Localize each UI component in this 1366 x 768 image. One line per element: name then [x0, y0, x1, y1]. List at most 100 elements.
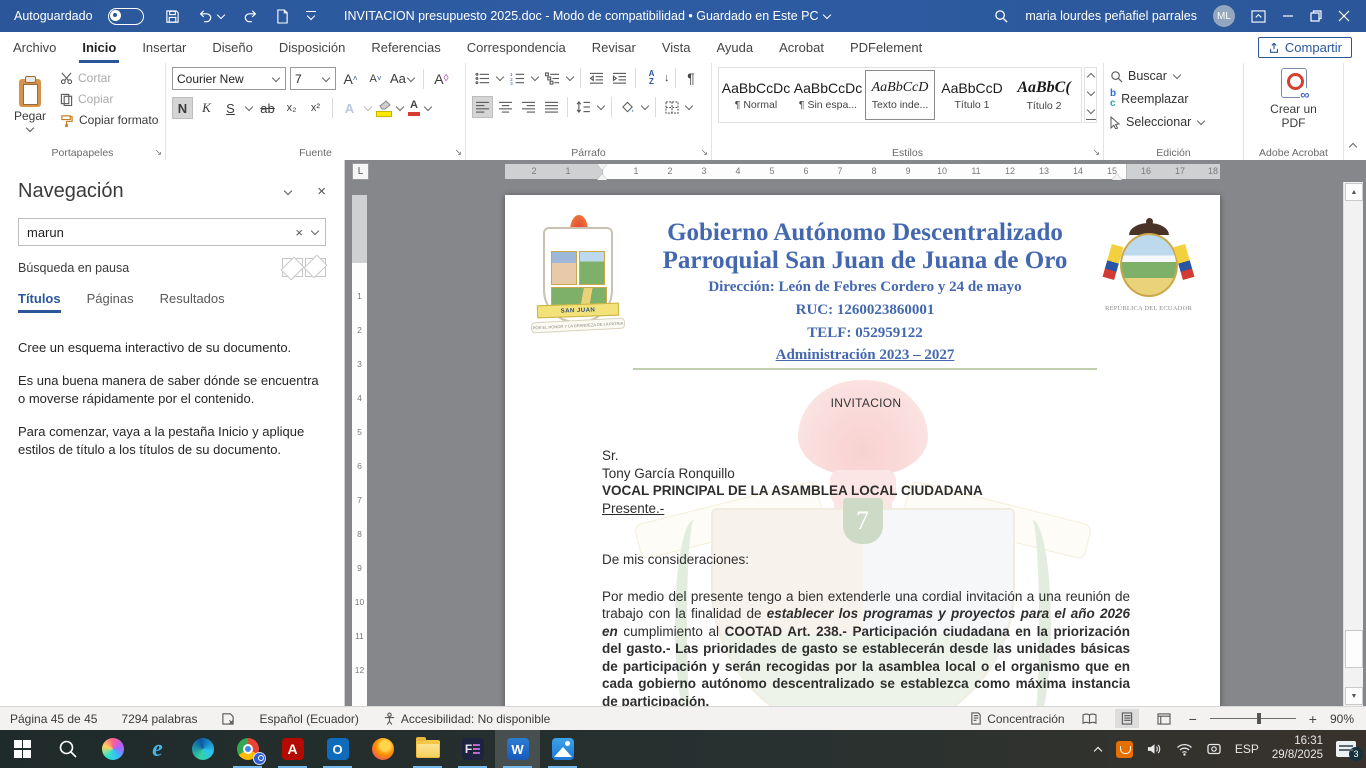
- vertical-ruler[interactable]: 1 2 3 4 5 6 7 8 9 10 11 12: [352, 195, 367, 706]
- line-spacing-button[interactable]: [573, 96, 594, 118]
- print-layout-button[interactable]: [1115, 709, 1139, 728]
- scroll-down-button[interactable]: ▼: [1345, 687, 1363, 705]
- tab-revisar[interactable]: Revisar: [579, 32, 649, 63]
- zoom-slider-thumb[interactable]: [1257, 713, 1261, 724]
- right-indent-marker[interactable]: [1112, 174, 1122, 180]
- minimize-button[interactable]: [1282, 10, 1294, 22]
- align-left-button[interactable]: [472, 96, 493, 118]
- highlight-dropdown-icon[interactable]: [396, 103, 404, 111]
- web-layout-button[interactable]: [1152, 709, 1176, 728]
- close-button[interactable]: [1338, 10, 1350, 22]
- styles-dialog-launcher[interactable]: ↘: [1092, 147, 1100, 158]
- font-color-button[interactable]: A: [408, 100, 420, 116]
- italic-button[interactable]: K: [196, 97, 217, 119]
- zoom-in-button[interactable]: +: [1309, 711, 1317, 727]
- ribbon-display-options-icon[interactable]: [1251, 10, 1266, 23]
- tab-vista[interactable]: Vista: [649, 32, 704, 63]
- edge-icon[interactable]: [180, 730, 225, 768]
- sort-button[interactable]: AZ: [641, 67, 662, 89]
- read-mode-button[interactable]: [1078, 709, 1102, 728]
- style-normal[interactable]: AaBbCcDc ¶ Normal: [721, 70, 791, 120]
- previous-result-button[interactable]: [282, 258, 303, 277]
- nav-tab-titulos[interactable]: Títulos: [18, 291, 61, 313]
- document-page[interactable]: 7 SAN JUAN POR EL HONOR Y LA GRANDEZA DE…: [505, 195, 1220, 706]
- text-effects-button[interactable]: A: [339, 97, 360, 119]
- select-button[interactable]: Seleccionar: [1110, 115, 1237, 129]
- tab-archivo[interactable]: Archivo: [0, 32, 69, 63]
- undo-button[interactable]: [197, 9, 226, 23]
- clipboard-dialog-launcher[interactable]: ↘: [154, 147, 162, 158]
- copy-button[interactable]: Copiar: [60, 92, 158, 106]
- chrome-icon[interactable]: [225, 730, 270, 768]
- clear-formatting-button[interactable]: A◊: [431, 68, 452, 90]
- meet-now-icon[interactable]: [1206, 742, 1222, 756]
- photos-icon[interactable]: [540, 730, 585, 768]
- line-spacing-dropdown-icon[interactable]: [597, 102, 605, 110]
- pdfelement-icon[interactable]: F: [450, 730, 495, 768]
- navigation-search-input[interactable]: [19, 225, 288, 240]
- file-explorer-icon[interactable]: [405, 730, 450, 768]
- numbering-button[interactable]: 123: [507, 67, 528, 89]
- accessibility-status[interactable]: Accesibilidad: No disponible: [383, 712, 550, 726]
- align-right-button[interactable]: [518, 96, 539, 118]
- format-painter-button[interactable]: Copiar formato: [60, 113, 158, 127]
- style-titulo-2[interactable]: AaBbC( Título 2: [1009, 70, 1079, 120]
- tab-correspondencia[interactable]: Correspondencia: [454, 32, 579, 63]
- cut-button[interactable]: Cortar: [60, 71, 158, 85]
- tab-referencias[interactable]: Referencias: [358, 32, 453, 63]
- zoom-level[interactable]: 90%: [1330, 712, 1354, 726]
- firefox-icon[interactable]: [360, 730, 405, 768]
- notification-center-icon[interactable]: 3: [1336, 741, 1356, 757]
- title-dropdown-icon[interactable]: [823, 11, 831, 19]
- show-paragraph-marks-button[interactable]: ¶: [681, 67, 702, 89]
- underline-button[interactable]: S: [220, 97, 241, 119]
- superscript-button[interactable]: x²: [305, 97, 326, 119]
- autosave-toggle[interactable]: [108, 8, 144, 25]
- highlight-color-button[interactable]: [376, 100, 392, 117]
- tab-selector[interactable]: L: [352, 163, 369, 180]
- language-indicator[interactable]: Español (Ecuador): [259, 712, 358, 726]
- paste-button[interactable]: Pegar: [6, 67, 54, 144]
- style-sin-espaciado[interactable]: AaBbCcDc ¶ Sin espa...: [793, 70, 863, 120]
- shading-dropdown-icon[interactable]: [641, 102, 649, 110]
- bullets-dropdown-icon[interactable]: [496, 73, 504, 81]
- collapse-ribbon-icon[interactable]: [1348, 140, 1358, 155]
- tab-diseno[interactable]: Diseño: [199, 32, 265, 63]
- justify-button[interactable]: [541, 96, 562, 118]
- style-texto-independiente[interactable]: AaBbCcD Texto inde...: [865, 70, 935, 120]
- word-count[interactable]: 7294 palabras: [121, 712, 197, 726]
- start-button[interactable]: [0, 730, 45, 768]
- tab-ayuda[interactable]: Ayuda: [703, 32, 766, 63]
- taskbar-search-button[interactable]: [45, 730, 90, 768]
- decrease-indent-button[interactable]: [586, 67, 607, 89]
- user-name[interactable]: maria lourdes peñafiel parrales: [1025, 9, 1197, 23]
- style-titulo-1[interactable]: AaBbCcD Título 1: [937, 70, 1007, 120]
- borders-dropdown-icon[interactable]: [685, 102, 693, 110]
- next-result-button[interactable]: [305, 258, 326, 277]
- outlook-icon[interactable]: O: [315, 730, 360, 768]
- increase-indent-button[interactable]: [609, 67, 630, 89]
- paragraph-dialog-launcher[interactable]: ↘: [700, 147, 708, 158]
- tab-pdfelement[interactable]: PDFelement: [837, 32, 935, 63]
- avatar[interactable]: ML: [1213, 5, 1235, 27]
- letter-body[interactable]: INVITACION Sr. Tony García Ronquillo VOC…: [505, 396, 1220, 706]
- save-icon[interactable]: [165, 9, 180, 24]
- multilevel-dropdown-icon[interactable]: [566, 73, 574, 81]
- zoom-slider[interactable]: [1210, 718, 1296, 719]
- strikethrough-button[interactable]: ab: [257, 97, 278, 119]
- tab-inicio[interactable]: Inicio: [69, 32, 129, 63]
- nav-tab-paginas[interactable]: Páginas: [87, 291, 134, 313]
- first-line-indent-marker[interactable]: [597, 164, 607, 170]
- restore-button[interactable]: [1310, 10, 1322, 22]
- tab-insertar[interactable]: Insertar: [129, 32, 199, 63]
- grow-font-button[interactable]: A˄: [340, 68, 361, 90]
- bold-button[interactable]: N: [172, 97, 193, 119]
- scroll-up-button[interactable]: ▲: [1345, 183, 1363, 201]
- horizontal-ruler[interactable]: 2 1 1 2 3 4 5 6 7 8 9 10 11 12 13 14 15 …: [505, 164, 1220, 179]
- style-gallery-down-icon[interactable]: [1086, 88, 1094, 96]
- customize-qat-button[interactable]: [306, 11, 316, 21]
- copilot-icon[interactable]: [90, 730, 135, 768]
- vertical-scrollbar[interactable]: ▲ ▼: [1343, 182, 1363, 706]
- java-tray-icon[interactable]: [1116, 741, 1133, 758]
- proofing-errors-icon[interactable]: [221, 712, 235, 725]
